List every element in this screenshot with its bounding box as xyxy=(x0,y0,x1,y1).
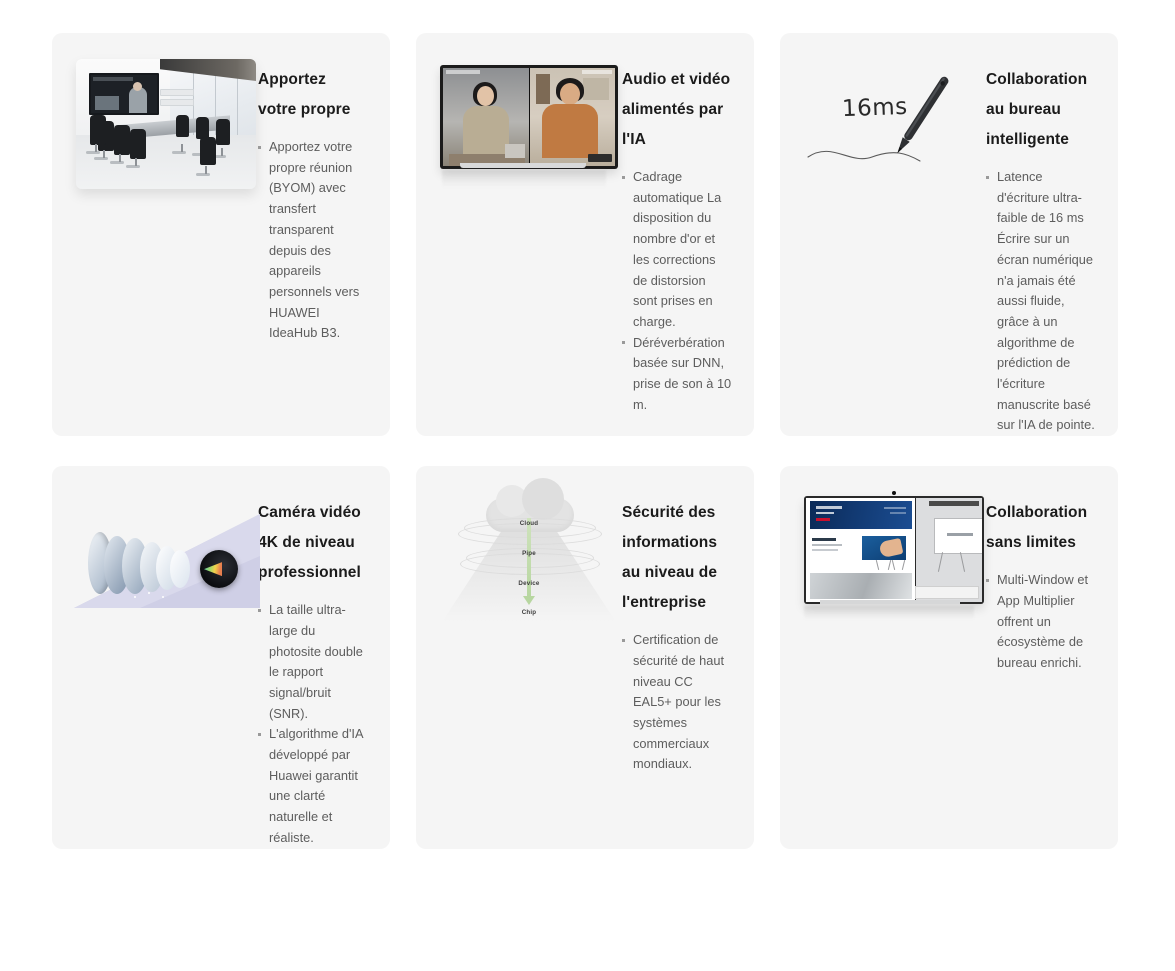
bullet-text: L'algorithme d'IA développé par Huawei g… xyxy=(269,726,363,845)
feature-card-smart-office-collaboration[interactable]: 16ms Collaboration au bureau intelligent… xyxy=(780,33,1118,437)
list-item: La taille ultra-large du photosite doubl… xyxy=(258,600,368,724)
list-item: Multi-Window et App Multiplier offrent u… xyxy=(986,570,1096,674)
card-text-smart-office: Collaboration au bureau intelligente Lat… xyxy=(976,33,1118,436)
card-media-byom xyxy=(52,33,256,195)
feature-card-byom[interactable]: Apportez votre propre Apportez votre pro… xyxy=(52,33,390,437)
card-title: Apportez votre propre xyxy=(258,71,351,118)
feature-card-limitless-collaboration[interactable]: Collaboration sans limites Multi-Window … xyxy=(780,466,1118,849)
bullet-icon xyxy=(622,638,625,642)
dual-screen-ideahub-image xyxy=(804,491,984,605)
stylus-latency-illustration: 16ms xyxy=(798,61,984,181)
list-item: Certification de sécurité de haut niveau… xyxy=(622,630,732,775)
list-item: Cadrage automatique La disposition du no… xyxy=(622,167,732,333)
display-reflection xyxy=(804,606,974,621)
card-media-limitless-collaboration xyxy=(780,466,984,628)
card-media-smart-office: 16ms xyxy=(780,33,976,195)
latency-value-label: 16ms xyxy=(841,93,909,123)
bullet-text: Multi-Window et App Multiplier offrent u… xyxy=(997,572,1089,670)
card-title: Audio et vidéo alimentés par l'IA xyxy=(622,71,731,148)
card-text-ai-audio-video: Audio et vidéo alimentés par l'IA Cadrag… xyxy=(612,33,754,415)
list-item: Latence d'écriture ultra-faible de 16 ms… xyxy=(986,167,1096,436)
card-bullets: Multi-Window et App Multiplier offrent u… xyxy=(986,570,1096,674)
card-title: Sécurité des informations au niveau de l… xyxy=(622,504,718,612)
video-call-display-image xyxy=(440,65,618,169)
list-item: Déréverbération basée sur DNN, prise de … xyxy=(622,333,732,416)
card-title: Collaboration sans limites xyxy=(986,504,1088,552)
diagram-label-pipe: Pipe xyxy=(522,550,536,558)
diagram-label-cloud: Cloud xyxy=(519,520,539,528)
security-layers-diagram: Cloud Pipe Device Chip xyxy=(434,478,624,628)
bullet-text: Cadrage automatique La disposition du no… xyxy=(633,169,722,329)
bullet-icon xyxy=(622,341,625,345)
card-media-ai-audio-video xyxy=(416,33,618,195)
card-text-byom: Apportez votre propre Apportez votre pro… xyxy=(248,33,390,344)
feature-card-enterprise-security[interactable]: Cloud Pipe Device Chip Sécurité des info… xyxy=(416,466,754,849)
card-text-4k-camera: Caméra vidéo 4K de niveau professionnel … xyxy=(248,466,390,848)
feature-card-grid: Apportez votre propre Apportez votre pro… xyxy=(52,33,1118,849)
card-text-limitless-collaboration: Collaboration sans limites Multi-Window … xyxy=(976,466,1118,674)
feature-card-4k-camera[interactable]: Caméra vidéo 4K de niveau professionnel … xyxy=(52,466,390,849)
bullet-text: La taille ultra-large du photosite doubl… xyxy=(269,602,363,721)
bullet-text: Déréverbération basée sur DNN, prise de … xyxy=(633,334,732,412)
display-stand xyxy=(460,163,586,168)
bullet-text: Apportez votre propre réunion (BYOM) ave… xyxy=(269,139,360,341)
bullet-text: Latence d'écriture ultra-faible de 16 ms… xyxy=(997,169,1095,433)
bullet-text: Certification de sécurité de haut niveau… xyxy=(633,632,725,772)
camera-dot-icon xyxy=(892,491,896,496)
stylus-pen-icon xyxy=(807,76,949,162)
bullet-icon xyxy=(258,145,261,149)
card-text-enterprise-security: Sécurité des informations au niveau de l… xyxy=(612,466,754,775)
diagram-label-chip: Chip xyxy=(521,609,537,617)
camera-lens-stack-image xyxy=(70,496,260,626)
card-bullets: Cadrage automatique La disposition du no… xyxy=(622,167,732,415)
flow-arrow-head-icon xyxy=(523,596,535,606)
card-bullets: Apportez votre propre réunion (BYOM) ave… xyxy=(258,137,368,344)
diagram-label-device: Device xyxy=(518,580,540,588)
card-title: Caméra vidéo 4K de niveau professionnel xyxy=(258,504,361,582)
feature-card-ai-audio-video[interactable]: Audio et vidéo alimentés par l'IA Cadrag… xyxy=(416,33,754,437)
conference-room-image xyxy=(76,59,256,189)
card-bullets: Certification de sécurité de haut niveau… xyxy=(622,630,732,775)
display-stand xyxy=(820,600,960,605)
card-media-enterprise-security: Cloud Pipe Device Chip xyxy=(416,466,616,628)
card-bullets: Latence d'écriture ultra-faible de 16 ms… xyxy=(986,167,1096,436)
card-media-4k-camera xyxy=(52,466,260,628)
display-reflection xyxy=(442,170,606,188)
bullet-icon xyxy=(258,732,261,736)
list-item: Apportez votre propre réunion (BYOM) ave… xyxy=(258,137,368,344)
bullet-icon xyxy=(258,608,261,612)
card-bullets: La taille ultra-large du photosite doubl… xyxy=(258,600,368,848)
list-item: L'algorithme d'IA développé par Huawei g… xyxy=(258,724,368,848)
bullet-icon xyxy=(986,175,989,179)
bullet-icon xyxy=(986,578,989,582)
bullet-icon xyxy=(622,175,625,179)
card-title: Collaboration au bureau intelligente xyxy=(986,71,1088,148)
camera-sensor-icon xyxy=(200,550,238,589)
